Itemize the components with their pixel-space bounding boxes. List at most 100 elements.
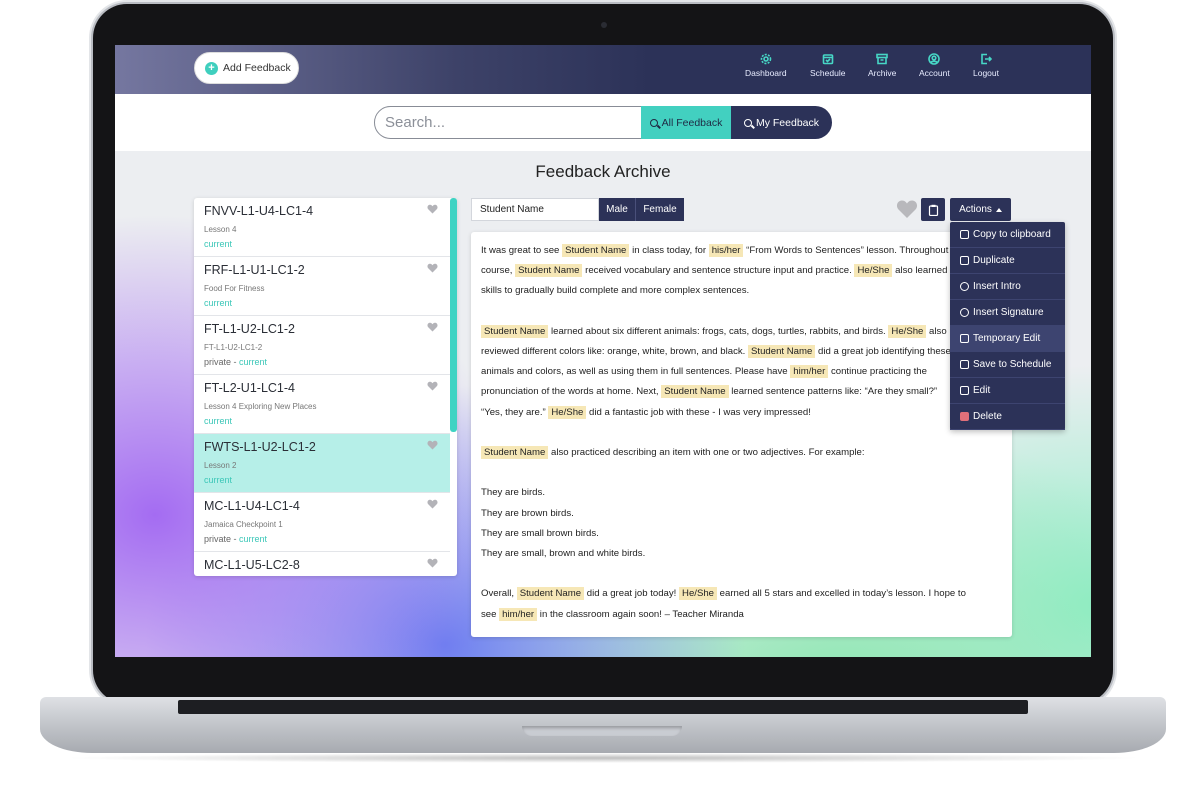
- feedback-list: FNVV-L1-U4-LC1-4 Lesson 4 current FRF-L1-U1…: [194, 198, 457, 576]
- dropdown-item-label: Duplicate: [973, 255, 1015, 266]
- search-icon: [649, 118, 658, 127]
- clipboard-button[interactable]: [921, 198, 945, 221]
- list-item[interactable]: MC-L1-U4-LC1-4 Jamaica Checkpoint 1 privat…: [194, 493, 450, 552]
- dropdown-item[interactable]: Insert Signature: [950, 300, 1065, 326]
- heart-icon[interactable]: [427, 322, 438, 332]
- calendar-icon: [822, 54, 834, 65]
- favorite-heart-icon[interactable]: [896, 199, 918, 219]
- dropdown-item[interactable]: Insert Intro: [950, 274, 1065, 300]
- placeholder-token: Student Name: [515, 264, 583, 278]
- dropdown-item[interactable]: Save to Schedule: [950, 352, 1065, 378]
- female-button[interactable]: Female: [636, 198, 684, 221]
- feedback-text-segment: “From Words to Sentences” lesson. Throug…: [743, 245, 965, 256]
- feedback-line: [481, 423, 1002, 443]
- male-button[interactable]: Male: [599, 198, 636, 221]
- list-item-status: current: [204, 298, 440, 308]
- search-input[interactable]: Search...: [374, 106, 642, 139]
- nav-account[interactable]: Account: [919, 53, 950, 85]
- feedback-line: reviewed different colors like: orange, …: [481, 342, 1002, 362]
- list-item-title: FT-L1-U2-LC1-2: [204, 322, 295, 336]
- dropdown-item-label: Copy to clipboard: [973, 229, 1051, 240]
- status-label: current: [204, 298, 233, 308]
- placeholder-token: Student Name: [562, 244, 630, 257]
- feedback-text-segment: animals and colors, as well as using the…: [481, 366, 791, 378]
- nav-logout-label: Logout: [973, 68, 999, 78]
- base-shadow: [60, 753, 1146, 763]
- dropdown-item[interactable]: Temporary Edit: [950, 326, 1065, 352]
- my-feedback-label: My Feedback: [755, 116, 820, 129]
- dropdown-item[interactable]: Copy to clipboard: [950, 222, 1065, 248]
- feedback-line: They are birds.: [481, 483, 1002, 503]
- list-item-subtitle: Jamaica Checkpoint 1: [204, 520, 283, 529]
- add-feedback-button[interactable]: + Add Feedback: [194, 52, 299, 84]
- private-label: private -: [204, 534, 240, 544]
- dropdown-item[interactable]: Duplicate: [950, 248, 1065, 274]
- nav-schedule-label: Schedule: [810, 68, 846, 78]
- feedback-text-segment: also: [926, 325, 947, 337]
- heart-icon[interactable]: [427, 558, 438, 568]
- actions-button[interactable]: Actions: [950, 198, 1011, 221]
- search-row: Search... All Feedback My Feedback: [115, 94, 1091, 151]
- list-item-subtitle: FT-L1-U2-LC1-2: [204, 343, 263, 352]
- feedback-line: animals and colors, as well as using the…: [481, 362, 1002, 382]
- nav-logout[interactable]: Logout: [973, 53, 999, 85]
- feedback-line: see him/her in the classroom again soon!…: [481, 605, 1002, 625]
- nav-account-label: Account: [919, 68, 950, 78]
- feedback-line: [481, 463, 1002, 483]
- my-feedback-button[interactable]: My Feedback: [731, 106, 832, 139]
- feedback-text-segment: learned about six different animals: fro…: [548, 325, 889, 337]
- placeholder-token: He/She: [679, 587, 718, 601]
- feedback-text-segment: “Yes, they are.”: [481, 406, 549, 418]
- list-item-title: FNVV-L1-U4-LC1-4: [204, 204, 314, 218]
- heart-icon[interactable]: [427, 440, 438, 450]
- list-scrollbar[interactable]: [450, 198, 457, 432]
- feedback-text-segment: received vocabulary and sentence structu…: [582, 265, 855, 277]
- status-label: current: [239, 534, 268, 544]
- list-item-status: current: [204, 239, 440, 249]
- keyboard-strip: [178, 700, 1028, 714]
- list-item[interactable]: FRF-L1-U1-LC1-2 Food For Fitness current: [194, 257, 450, 316]
- actions-dropdown: Copy to clipboard Duplicate Insert Intro In…: [950, 222, 1065, 430]
- feedback-text-segment: course,: [481, 265, 516, 277]
- list-item[interactable]: MC-L1-U5-LC2-8: [194, 552, 450, 576]
- list-item[interactable]: FT-L1-U2-LC1-2 FT-L1-U2-LC1-2 private - cu…: [194, 316, 450, 375]
- feedback-text-segment: They are small, brown and white birds.: [481, 548, 646, 560]
- nav-schedule[interactable]: Schedule: [810, 53, 845, 85]
- student-name-field[interactable]: Student Name: [471, 198, 599, 221]
- nav-dashboard[interactable]: Dashboard: [745, 53, 787, 85]
- list-item[interactable]: FT-L2-U1-LC1-4 Lesson 4 Exploring New Pla…: [194, 375, 450, 434]
- feedback-text-segment: did a great job today!: [584, 588, 680, 600]
- dropdown-item[interactable]: Edit: [950, 378, 1065, 404]
- trackpad-notch: [522, 726, 682, 736]
- list-item-status: current: [204, 475, 440, 485]
- status-label: current: [239, 357, 268, 367]
- logout-icon: [981, 53, 992, 65]
- nav-archive[interactable]: Archive: [868, 53, 896, 85]
- page-title: Feedback Archive: [535, 162, 671, 181]
- search-icon: [743, 118, 752, 127]
- all-feedback-label: All Feedback: [661, 116, 723, 129]
- heart-icon[interactable]: [427, 263, 438, 273]
- heart-icon[interactable]: [427, 381, 438, 391]
- list-item-status: current: [204, 416, 440, 426]
- list-item-status: private - current: [204, 357, 440, 367]
- dropdown-item[interactable]: Delete: [950, 404, 1065, 430]
- list-item[interactable]: FWTS-L1-U2-LC1-2 Lesson 2 current: [194, 434, 450, 493]
- list-item[interactable]: FNVV-L1-U4-LC1-4 Lesson 4 current: [194, 198, 450, 257]
- plus-circle-icon: [960, 308, 969, 317]
- feedback-text[interactable]: It was great to see Student Name in clas…: [471, 232, 1012, 637]
- feedback-text-segment: did a fantastic job with these - I was v…: [586, 406, 811, 418]
- private-label: private -: [204, 357, 240, 367]
- heart-icon[interactable]: [427, 499, 438, 509]
- all-feedback-button[interactable]: All Feedback: [641, 106, 731, 139]
- status-label: current: [204, 416, 233, 426]
- feedback-text-segment: pronunciation of the words at home. Next…: [481, 386, 662, 398]
- actions-label: Actions: [959, 204, 992, 215]
- list-item-subtitle: Lesson 2: [204, 461, 237, 470]
- heart-icon[interactable]: [427, 204, 438, 214]
- trash-icon: [960, 412, 969, 421]
- feedback-text-segment: They are birds.: [481, 487, 545, 499]
- feedback-line: It was great to see Student Name in clas…: [481, 241, 1002, 261]
- add-feedback-label: Add Feedback: [223, 62, 291, 74]
- feedback-line: They are brown birds.: [481, 504, 1002, 524]
